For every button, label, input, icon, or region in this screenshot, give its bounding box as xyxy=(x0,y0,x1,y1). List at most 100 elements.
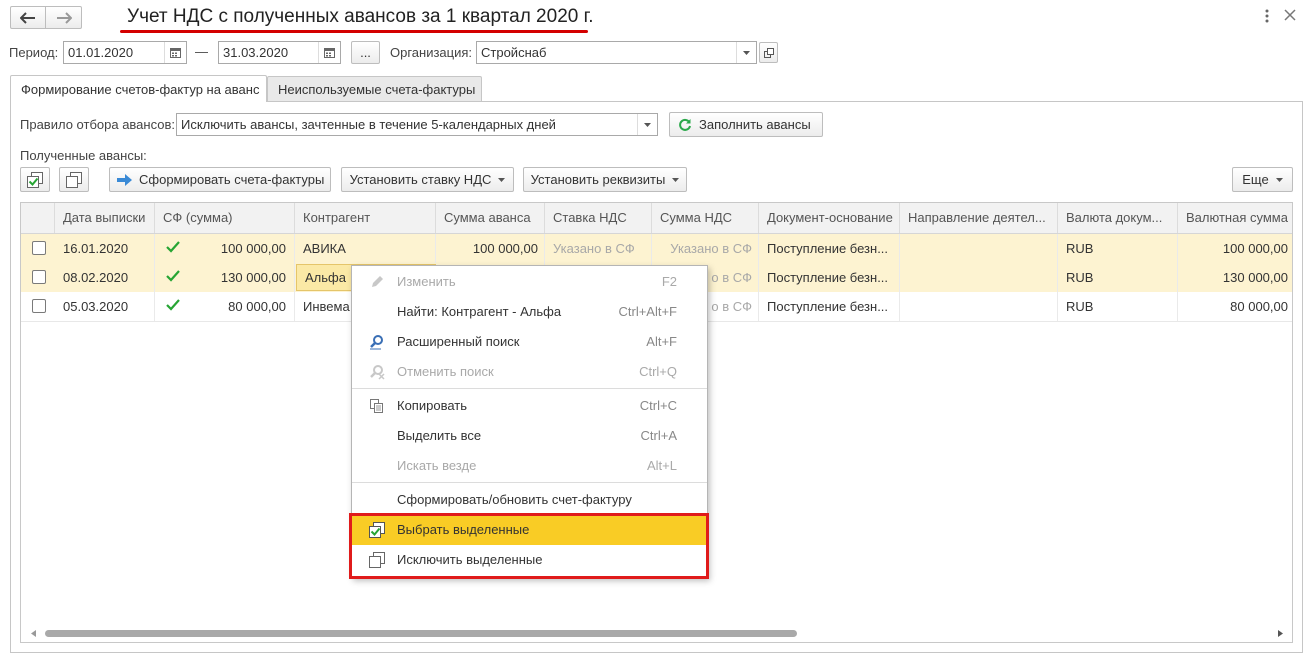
cell-sf-sum: 130 000,00 xyxy=(220,270,286,285)
row-select-checkbox[interactable] xyxy=(32,299,46,313)
period-from-calendar-button[interactable] xyxy=(164,42,186,63)
tab-unused[interactable]: Неиспользуемые счета-фактуры xyxy=(267,76,482,101)
check-mark-icon xyxy=(166,270,180,282)
scrollbar-thumb[interactable] xyxy=(45,630,797,637)
check-mark-icon xyxy=(166,299,180,311)
fill-advances-button[interactable]: Заполнить авансы xyxy=(669,112,823,137)
cell-currency: RUB xyxy=(1058,263,1178,292)
cell-currency-sum: 130 000,00 xyxy=(1222,270,1288,285)
more-menu-button[interactable] xyxy=(1261,8,1273,26)
open-form-icon xyxy=(763,47,774,58)
back-button[interactable] xyxy=(10,6,46,29)
forward-button[interactable] xyxy=(45,6,82,29)
row-select-checkbox[interactable] xyxy=(32,270,46,284)
search-icon xyxy=(369,334,385,350)
set-vat-rate-label: Установить ставку НДС xyxy=(349,172,492,187)
chevron-down-icon xyxy=(498,177,506,182)
menu-item-shortcut: Ctrl+C xyxy=(639,398,677,413)
menu-item-label: Найти: Контрагент - Альфа xyxy=(397,304,562,319)
period-to-value: 31.03.2020 xyxy=(223,45,289,60)
refresh-icon xyxy=(678,118,692,132)
column-header-base-doc[interactable]: Документ-основание xyxy=(759,203,900,233)
chevron-down-icon xyxy=(644,122,651,127)
cell-currency: RUB xyxy=(1058,292,1178,321)
set-vat-rate-button[interactable]: Установить ставку НДС xyxy=(341,167,514,192)
more-actions-button[interactable]: Еще xyxy=(1232,167,1293,192)
rule-select[interactable]: Исключить авансы, зачтенные в течение 5-… xyxy=(176,113,658,136)
menu-item-copy[interactable]: Копировать Ctrl+C xyxy=(352,391,707,421)
menu-item-label: Искать везде xyxy=(397,458,477,473)
cell-base-doc: Поступление безн... xyxy=(759,292,900,321)
arrow-right-icon xyxy=(56,11,72,24)
menu-item-shortcut: Ctrl+Q xyxy=(639,364,677,379)
column-header-currency[interactable]: Валюта докум... xyxy=(1058,203,1178,233)
menu-separator xyxy=(352,482,707,483)
uncheck-all-icon xyxy=(66,171,82,188)
column-header-currency-sum[interactable]: Валютная сумма xyxy=(1178,203,1294,233)
form-invoices-button[interactable]: Сформировать счета-фактуры xyxy=(109,167,331,192)
menu-item-shortcut: Ctrl+Alt+F xyxy=(618,304,677,319)
set-details-button[interactable]: Установить реквизиты xyxy=(523,167,687,192)
organization-field[interactable]: Стройснаб xyxy=(476,41,757,64)
row-select-checkbox[interactable] xyxy=(32,241,46,255)
copy-icon xyxy=(369,398,385,414)
organization-value: Стройснаб xyxy=(481,45,547,60)
cell-counterparty: АВИКА xyxy=(295,234,436,263)
menu-item-cancel-search[interactable]: Отменить поиск Ctrl+Q xyxy=(352,357,707,387)
horizontal-scrollbar[interactable] xyxy=(31,629,1283,638)
scroll-left-icon[interactable] xyxy=(31,630,36,637)
rule-dropdown-button[interactable] xyxy=(637,114,657,135)
select-all-button[interactable] xyxy=(20,167,50,192)
menu-item-shortcut: Ctrl+A xyxy=(640,428,677,443)
unselect-all-button[interactable] xyxy=(59,167,89,192)
organization-open-button[interactable] xyxy=(759,42,778,63)
organization-dropdown-button[interactable] xyxy=(736,42,756,63)
calendar-icon xyxy=(170,47,181,58)
page-title: Учет НДС с полученных авансов за 1 кварт… xyxy=(127,6,594,27)
tab-formation[interactable]: Формирование счетов-фактур на аванс xyxy=(10,75,267,102)
pencil-icon xyxy=(369,274,385,290)
calendar-icon xyxy=(324,47,335,58)
column-header-date[interactable]: Дата выписки xyxy=(55,203,155,233)
table-row[interactable]: 16.01.2020 100 000,00 АВИКА 100 000,00 У… xyxy=(21,234,1292,264)
scroll-right-icon[interactable] xyxy=(1278,630,1283,637)
menu-item-label: Выделить все xyxy=(397,428,482,443)
column-header-vat-rate[interactable]: Ставка НДС xyxy=(545,203,652,233)
column-header-vat-sum[interactable]: Сумма НДС xyxy=(652,203,759,233)
cell-sf-sum: 80 000,00 xyxy=(228,299,286,314)
menu-item-label: Копировать xyxy=(397,398,467,413)
table-header: Дата выписки СФ (сумма) Контрагент Сумма… xyxy=(21,203,1292,234)
menu-item-label: Расширенный поиск xyxy=(397,334,520,349)
menu-item-form-update-invoice[interactable]: Сформировать/обновить счет-фактуру xyxy=(352,485,707,515)
menu-item-label: Изменить xyxy=(397,274,456,289)
menu-item-select-all[interactable]: Выделить все Ctrl+A xyxy=(352,421,707,451)
menu-item-search-everywhere[interactable]: Искать везде Alt+L xyxy=(352,451,707,481)
column-header-advance[interactable]: Сумма аванса xyxy=(436,203,545,233)
close-button[interactable] xyxy=(1284,9,1298,23)
menu-item-edit[interactable]: Изменить F2 xyxy=(352,267,707,297)
period-picker-button[interactable]: ... xyxy=(351,41,380,64)
menu-item-find-counterparty[interactable]: Найти: Контрагент - Альфа Ctrl+Alt+F xyxy=(352,297,707,327)
cell-base-doc: Поступление безн... xyxy=(759,234,900,263)
column-header-sf[interactable]: СФ (сумма) xyxy=(155,203,295,233)
period-dash: — xyxy=(195,44,208,59)
cancel-search-icon xyxy=(369,364,385,380)
organization-label: Организация: xyxy=(390,45,473,60)
cell-direction xyxy=(900,292,1058,321)
received-advances-label: Полученные авансы: xyxy=(20,148,147,163)
arrow-right-blue-icon xyxy=(117,173,133,186)
period-from-value: 01.01.2020 xyxy=(68,45,134,60)
column-header-counterparty[interactable]: Контрагент xyxy=(295,203,436,233)
cell-direction xyxy=(900,263,1058,292)
cell-currency-sum: 80 000,00 xyxy=(1230,299,1288,314)
period-label: Период: xyxy=(9,45,59,60)
form-invoices-label: Сформировать счета-фактуры xyxy=(139,172,325,187)
fill-advances-label: Заполнить авансы xyxy=(699,117,811,132)
close-icon xyxy=(1284,9,1296,21)
set-details-label: Установить реквизиты xyxy=(530,172,666,187)
more-actions-label: Еще xyxy=(1242,172,1269,187)
period-to-calendar-button[interactable] xyxy=(318,42,340,63)
column-header-direction[interactable]: Направление деятел... xyxy=(900,203,1058,233)
cell-date: 05.03.2020 xyxy=(55,292,155,321)
menu-item-advanced-search[interactable]: Расширенный поиск Alt+F xyxy=(352,327,707,357)
